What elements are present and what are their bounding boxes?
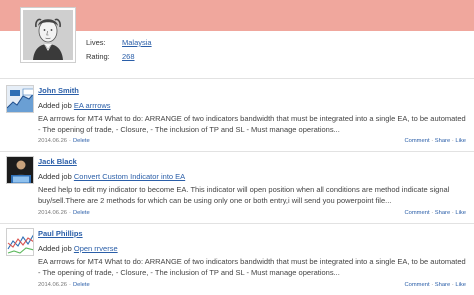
portrait-image — [23, 10, 73, 60]
action-line: Added job Open rrverse — [38, 244, 118, 253]
user-name-link[interactable]: John Smith — [38, 86, 79, 95]
item-actions: Comment · Share · Like — [404, 282, 466, 288]
rating-link[interactable]: 268 — [122, 52, 135, 61]
item-meta: 2014.06.26 · Delete — [38, 282, 90, 288]
meta-separator: · — [69, 210, 71, 216]
action-prefix: Added job — [38, 101, 72, 110]
line-chart-thumbnail-icon — [7, 229, 33, 255]
delete-link[interactable]: Delete — [73, 138, 90, 144]
comment-link[interactable]: Comment — [404, 210, 429, 216]
item-actions: Comment · Share · Like — [404, 210, 466, 216]
user-name-link[interactable]: Jack Black — [38, 157, 77, 166]
user-name-link[interactable]: Paul Phillips — [38, 229, 83, 238]
job-title-link[interactable]: Convert Custom Indicator into EA — [74, 172, 185, 181]
action-prefix: Added job — [38, 172, 72, 181]
profile-avatar[interactable] — [20, 7, 76, 63]
action-line: Added job Convert Custom Indicator into … — [38, 172, 185, 181]
lives-row: Lives: Malaysia — [86, 38, 152, 47]
section-divider — [0, 78, 474, 79]
chart-thumbnail-icon — [7, 86, 33, 112]
person-laptop-thumbnail-icon — [7, 157, 33, 183]
like-link[interactable]: Like — [455, 138, 466, 144]
post-date: 2014.06.26 — [38, 138, 68, 144]
meta-separator: · — [69, 138, 71, 144]
share-link[interactable]: Share — [435, 210, 450, 216]
job-title-link[interactable]: EA arrrows — [74, 101, 111, 110]
item-actions: Comment · Share · Like — [404, 138, 466, 144]
job-title-link[interactable]: Open rrverse — [74, 244, 118, 253]
user-thumbnail[interactable] — [6, 228, 34, 256]
meta-separator: · — [69, 282, 71, 288]
job-description: EA arrrows for MT4 What to do: ARRANGE o… — [38, 257, 466, 277]
item-meta: 2014.06.26 · Delete — [38, 138, 90, 144]
post-date: 2014.06.26 — [38, 282, 68, 288]
like-link[interactable]: Like — [455, 210, 466, 216]
user-thumbnail[interactable] — [6, 156, 34, 184]
feed-item: Jack Black Added job Convert Custom Indi… — [0, 151, 474, 223]
job-description: EA arrrows for MT4 What to do: ARRANGE o… — [38, 114, 466, 134]
action-prefix: Added job — [38, 244, 72, 253]
user-thumbnail[interactable] — [6, 85, 34, 113]
share-link[interactable]: Share — [435, 282, 450, 288]
item-meta: 2014.06.26 · Delete — [38, 210, 90, 216]
job-description: Need help to edit my indicator to become… — [38, 185, 450, 205]
feed-item: Paul Phillips Added job Open rrverse EA … — [0, 223, 474, 295]
share-link[interactable]: Share — [435, 138, 450, 144]
rating-row: Rating: 268 — [86, 52, 135, 61]
post-date: 2014.06.26 — [38, 210, 68, 216]
rating-label: Rating: — [86, 52, 110, 61]
delete-link[interactable]: Delete — [73, 282, 90, 288]
feed-item: John Smith Added job EA arrrows EA arrro… — [0, 80, 474, 151]
lives-link[interactable]: Malaysia — [122, 38, 152, 47]
comment-link[interactable]: Comment — [404, 138, 429, 144]
profile-header: Lives: Malaysia Rating: 268 — [0, 0, 474, 78]
delete-link[interactable]: Delete — [73, 210, 90, 216]
action-line: Added job EA arrrows — [38, 101, 111, 110]
comment-link[interactable]: Comment — [404, 282, 429, 288]
like-link[interactable]: Like — [455, 282, 466, 288]
lives-label: Lives: — [86, 38, 106, 47]
